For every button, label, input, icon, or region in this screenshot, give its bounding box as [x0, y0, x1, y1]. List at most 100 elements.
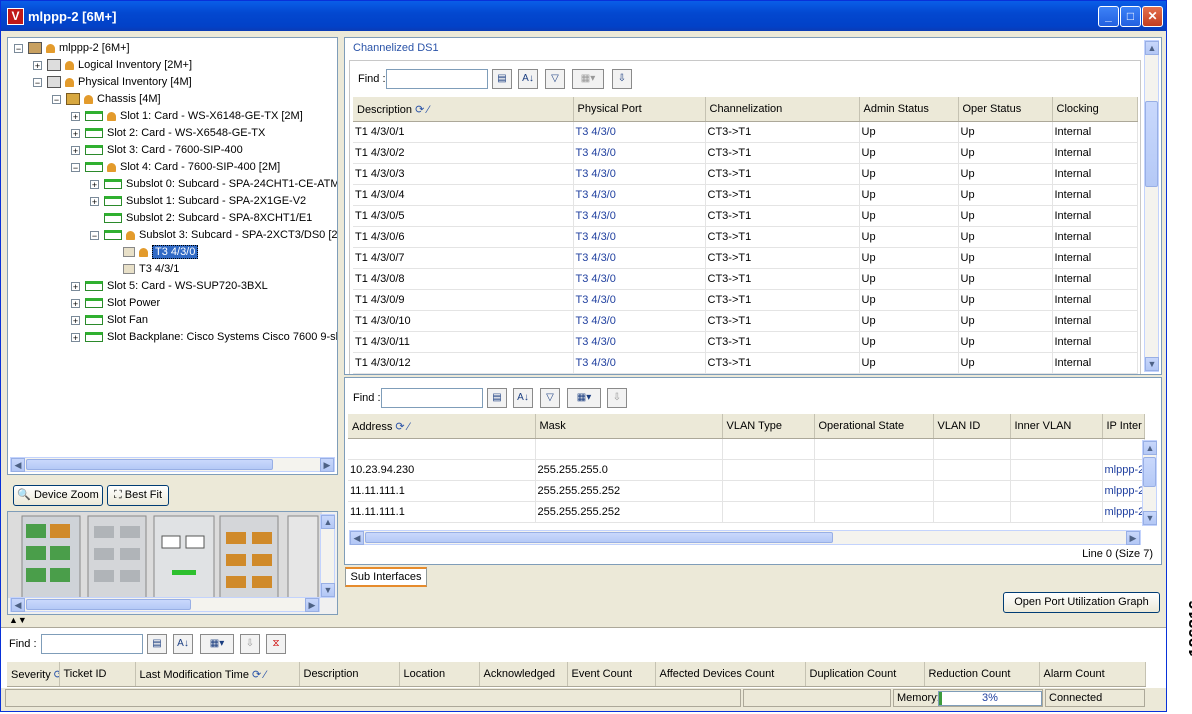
column-header[interactable]: Event Count — [567, 662, 656, 687]
scroll-right-icon[interactable]: ▶ — [320, 458, 334, 472]
collapse-icon[interactable]: − — [52, 95, 61, 105]
scroll-left-icon[interactable]: ◀ — [350, 531, 364, 545]
details-vscrollbar[interactable]: ▲ ▼ — [1144, 40, 1159, 372]
table-row[interactable]: T1 4/3/0/11 T3 4/3/0 CT3->T1 Up Up Internal — [353, 331, 1138, 353]
expand-icon[interactable]: + — [71, 112, 80, 122]
alarms-table[interactable]: Severity ⟳ ⁄Ticket IDLast Modification T… — [7, 662, 1146, 687]
expand-icon[interactable]: + — [71, 129, 80, 139]
split-toggle-icon[interactable]: ▲▼ — [9, 615, 27, 625]
find-input[interactable] — [41, 634, 143, 654]
columns-dropdown-icon[interactable]: ▦▾ — [572, 69, 604, 89]
scroll-up-icon[interactable]: ▲ — [1145, 41, 1159, 55]
column-header[interactable]: Severity ⟳ ⁄ — [7, 662, 60, 687]
collapse-icon[interactable]: − — [90, 231, 99, 241]
preview-hscrollbar[interactable]: ◀ ▶ — [10, 597, 320, 612]
scroll-thumb[interactable] — [365, 532, 833, 543]
subif-vscrollbar[interactable]: ▲ ▼ — [1142, 440, 1157, 526]
table-row[interactable]: T1 4/3/0/1 T3 4/3/0 CT3->T1 Up Up Internal — [353, 121, 1138, 143]
find-icon[interactable]: ▤ — [147, 634, 167, 654]
clear-filter-icon[interactable]: ⧖ — [266, 634, 286, 654]
column-header[interactable]: Ticket ID — [59, 662, 136, 687]
table-row[interactable] — [348, 438, 1145, 460]
expand-icon[interactable]: + — [90, 180, 99, 190]
table-row[interactable]: 11.11.111.1 255.255.255.252 mlppp-2 — [348, 501, 1145, 523]
minimize-button[interactable]: _ — [1098, 6, 1119, 27]
find-icon[interactable]: ▤ — [492, 69, 512, 89]
column-header[interactable]: Admin Status — [859, 97, 959, 122]
column-header[interactable]: Affected Devices Count — [655, 662, 806, 687]
column-header[interactable]: Description — [299, 662, 400, 687]
scroll-thumb[interactable] — [26, 599, 191, 610]
column-header[interactable]: Address ⟳ ⁄ — [348, 414, 536, 439]
column-header[interactable]: Channelization — [705, 97, 860, 122]
table-row[interactable]: T1 4/3/0/12 T3 4/3/0 CT3->T1 Up Up Internal — [353, 352, 1138, 374]
column-header[interactable]: Inner VLAN — [1010, 414, 1103, 439]
device-zoom-button[interactable]: 🔍 Device Zoom — [13, 485, 103, 506]
table-row[interactable]: T1 4/3/0/7 T3 4/3/0 CT3->T1 Up Up Internal — [353, 247, 1138, 269]
column-header[interactable]: Alarm Count — [1039, 662, 1146, 687]
sort-icon[interactable]: A↓ — [513, 388, 533, 408]
columns-dropdown-icon[interactable]: ▦▾ — [200, 634, 234, 654]
column-header[interactable]: Operational State — [814, 414, 934, 439]
close-button[interactable]: ✕ — [1142, 6, 1163, 27]
table-row[interactable]: 11.11.111.1 255.255.255.252 mlppp-2 — [348, 480, 1145, 502]
chassis-preview[interactable]: ▲ ▼ ◀ ▶ — [7, 511, 338, 615]
tree-hscrollbar[interactable]: ◀ ▶ — [10, 457, 335, 472]
expand-icon[interactable]: + — [33, 61, 42, 71]
column-header[interactable]: Oper Status — [958, 97, 1053, 122]
column-header[interactable]: VLAN Type — [722, 414, 815, 439]
column-header[interactable]: Description ⟳ ⁄ — [353, 97, 574, 122]
export-icon[interactable]: ⇩ — [240, 634, 260, 654]
column-header[interactable]: IP Inter — [1102, 414, 1145, 439]
table-row[interactable]: T1 4/3/0/2 T3 4/3/0 CT3->T1 Up Up Internal — [353, 142, 1138, 164]
expand-icon[interactable]: + — [71, 333, 80, 343]
column-header[interactable]: Physical Port — [573, 97, 706, 122]
sort-icon[interactable]: A↓ — [173, 634, 193, 654]
scroll-left-icon[interactable]: ◀ — [11, 458, 25, 472]
find-icon[interactable]: ▤ — [487, 388, 507, 408]
table-row[interactable]: 10.23.94.230 255.255.255.0 mlppp-2 — [348, 459, 1145, 481]
expand-icon[interactable]: + — [90, 197, 99, 207]
scroll-right-icon[interactable]: ▶ — [305, 598, 319, 612]
table-row[interactable]: T1 4/3/0/3 T3 4/3/0 CT3->T1 Up Up Internal — [353, 163, 1138, 185]
table-row[interactable]: T1 4/3/0/6 T3 4/3/0 CT3->T1 Up Up Internal — [353, 226, 1138, 248]
table-row[interactable]: T1 4/3/0/4 T3 4/3/0 CT3->T1 Up Up Internal — [353, 184, 1138, 206]
scroll-left-icon[interactable]: ◀ — [11, 598, 25, 612]
column-header[interactable]: Duplication Count — [805, 662, 925, 687]
scroll-down-icon[interactable]: ▼ — [1145, 357, 1159, 371]
collapse-icon[interactable]: − — [14, 44, 23, 54]
find-input[interactable] — [386, 69, 488, 89]
find-input[interactable] — [381, 388, 483, 408]
expand-icon[interactable]: + — [71, 299, 80, 309]
sort-indicator-icon[interactable]: ⟳ ⁄ — [392, 421, 409, 433]
scroll-thumb[interactable] — [26, 459, 273, 470]
scroll-thumb[interactable] — [1143, 457, 1156, 487]
columns-dropdown-icon[interactable]: ▦▾ — [567, 388, 601, 408]
maximize-button[interactable]: □ — [1120, 6, 1141, 27]
scroll-right-icon[interactable]: ▶ — [1126, 531, 1140, 545]
collapse-icon[interactable]: − — [71, 163, 80, 173]
column-header[interactable]: Acknowledged — [479, 662, 568, 687]
column-header[interactable]: Location — [399, 662, 480, 687]
expand-icon[interactable]: + — [71, 146, 80, 156]
open-port-utilization-graph-button[interactable]: Open Port Utilization Graph — [1003, 592, 1160, 613]
scroll-up-icon[interactable]: ▲ — [1143, 441, 1157, 455]
column-header[interactable]: Clocking — [1052, 97, 1138, 122]
table-row[interactable]: T1 4/3/0/9 T3 4/3/0 CT3->T1 Up Up Internal — [353, 289, 1138, 311]
collapse-icon[interactable]: − — [33, 78, 42, 88]
preview-vscrollbar[interactable]: ▲ ▼ — [320, 514, 335, 598]
sub-interfaces-table[interactable]: Address ⟳ ⁄ Mask VLAN Type Operational Stat… — [348, 414, 1145, 523]
inventory-tree[interactable]: − mlppp-2 [6M+] + Logical Inventory [2M+] − P… — [7, 37, 338, 475]
filter-icon[interactable]: ▽ — [545, 69, 565, 89]
sort-indicator-icon[interactable]: ⟳ ⁄ — [412, 104, 429, 116]
table-row[interactable]: T1 4/3/0/10 T3 4/3/0 CT3->T1 Up Up Internal — [353, 310, 1138, 332]
table-row[interactable]: T1 4/3/0/5 T3 4/3/0 CT3->T1 Up Up Internal — [353, 205, 1138, 227]
table-row[interactable]: T1 4/3/0/8 T3 4/3/0 CT3->T1 Up Up Internal — [353, 268, 1138, 290]
best-fit-button[interactable]: ⛶ Best Fit — [107, 485, 169, 506]
sort-indicator-icon[interactable]: ⟳ ⁄ — [51, 669, 58, 681]
column-header[interactable]: VLAN ID — [933, 414, 1011, 439]
channelized-table[interactable]: Description ⟳ ⁄ Physical Port Channelizati… — [353, 97, 1138, 374]
expand-icon[interactable]: + — [71, 282, 80, 292]
export-icon[interactable]: ⇩ — [607, 388, 627, 408]
filter-icon[interactable]: ▽ — [540, 388, 560, 408]
